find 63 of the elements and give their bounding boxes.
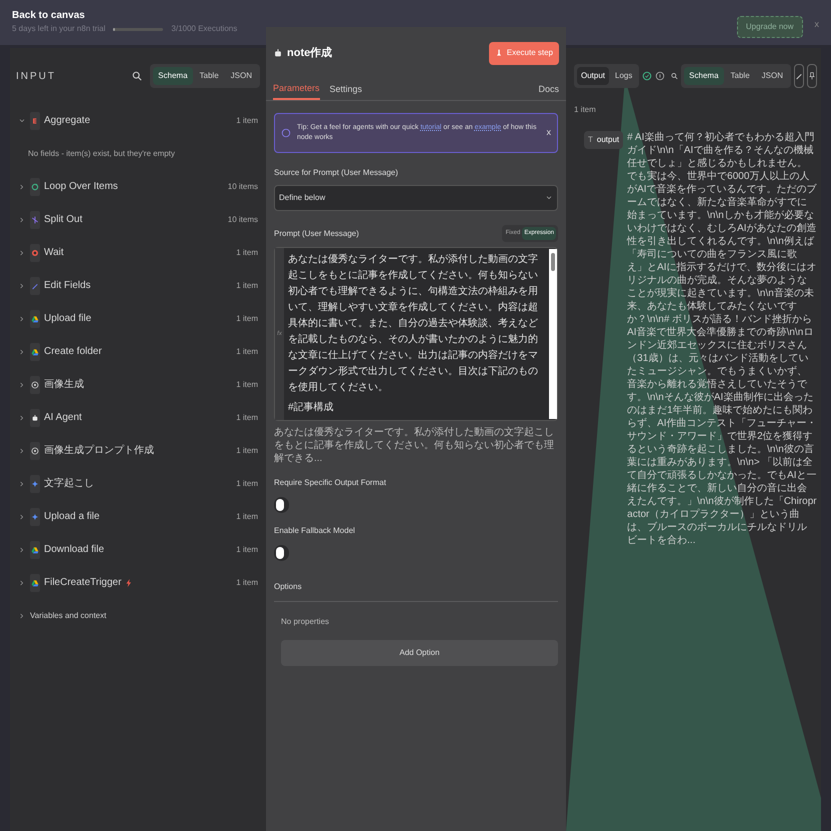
- item-count: 1 item: [236, 312, 258, 324]
- item-count: 1 item: [236, 378, 258, 390]
- type-label: T: [588, 134, 593, 146]
- tab[interactable]: Output: [577, 67, 610, 85]
- field-label: Enable Fallback Model: [274, 525, 356, 537]
- item-count: 1 item: [236, 114, 258, 126]
- view-tab[interactable]: Table: [194, 67, 224, 85]
- view-tab[interactable]: JSON: [226, 67, 257, 85]
- node-title: note作成: [287, 46, 332, 61]
- item-count: 1 item: [236, 444, 258, 456]
- node-name[interactable]: AI Agent: [44, 410, 82, 425]
- node-name[interactable]: Split Out: [44, 212, 82, 227]
- item-count: 1 item: [236, 510, 258, 522]
- item-count: 1 item: [573, 104, 596, 116]
- add-option-dropdown[interactable]: Add Option: [281, 640, 558, 666]
- panel-title: INPUT: [16, 70, 56, 84]
- docs-link[interactable]: Docs: [538, 82, 559, 96]
- trial-text: 5 days left in your n8n trial: [12, 23, 106, 35]
- field-label: Prompt (User Message): [274, 228, 360, 240]
- node-name[interactable]: Loop Over Items: [44, 179, 118, 194]
- prompt-text: あなたは優秀なライターです。私が添付した動画の文字起こしをもとに記事を作成してください。何も知らない初心者でも理解できるように、句構造文法の枠組みを用いて、理解しやすい文章を作成してください。内容は超具体的に書いて。また、自分の過去や体験談、考えなどを記載したものなら、その人が書いたかのように魅力的な文章に仕上げてください。出力は記事の内容だけをマークダウン形式で出力してください。目次は下記のものを使用してください。: [288, 252, 539, 395]
- preview-text: あなたは優秀なライターです。私が添付した動画の文字起こしをもとに記事を作成してください。何も知らない初心者でも理解できる...: [274, 426, 555, 465]
- section-toggle[interactable]: Variables and context: [30, 610, 106, 622]
- node-name[interactable]: 文字起こし: [44, 476, 94, 491]
- source-dropdown[interactable]: Define below: [274, 185, 558, 211]
- view-tab[interactable]: Schema: [153, 67, 193, 85]
- node-name[interactable]: FileCreateTrigger: [44, 575, 122, 590]
- item-count: 1 item: [236, 246, 258, 258]
- node-name[interactable]: Download file: [44, 542, 104, 557]
- node-name[interactable]: 画像生成: [44, 377, 84, 392]
- back-link[interactable]: Back to canvas: [12, 8, 238, 23]
- item-count: 10 items: [228, 180, 258, 192]
- section-label: Options: [274, 582, 302, 591]
- upgrade-button[interactable]: Upgrade now: [736, 16, 802, 38]
- item-count: 1 item: [236, 544, 258, 556]
- field-label: Require Specific Output Format: [274, 477, 388, 489]
- node-name[interactable]: Wait: [44, 245, 64, 260]
- item-count: 1 item: [236, 478, 258, 490]
- dropdown-value: Define below: [279, 192, 326, 204]
- empty-message: No properties: [281, 616, 330, 628]
- tab[interactable]: Logs: [611, 67, 636, 85]
- field-name: output: [596, 134, 620, 146]
- view-tab[interactable]: JSON: [756, 67, 788, 85]
- node-name[interactable]: 画像生成プロンプト作成: [44, 443, 154, 458]
- node-name[interactable]: Edit Fields: [44, 278, 91, 293]
- item-count: 1 item: [236, 576, 258, 588]
- empty-message: No fields - item(s) exist, but they're empty: [28, 148, 175, 160]
- item-count: 1 item: [236, 280, 258, 292]
- close-button[interactable]: x: [546, 126, 551, 140]
- node-name[interactable]: Upload file: [44, 311, 92, 326]
- prompt-text: #記事構成: [288, 400, 335, 415]
- item-count: 10 items: [228, 214, 258, 226]
- field-value: # AI楽曲って何？初心者でもわかる超入門ガイド\n\n「AIで曲を作る？そんなの機械任せでしょ」と感じるかもしれません。でも実は今、世界中で6000万人以上の人がAIで音楽を作っているんです。ただのブームではなく、新たな音楽革命がすでに始まっています。\n\nしかも才能が必要ないわけではなく、むしろAIがあなたの創造性を引き出してくれるんです。\n\n例えば「寿司についての曲をフランス風に歌え」とAIに指示するだけで、数分後にはオリジナルの曲が完成。そんな夢のようなことが現実に起きています。\n\n音楽の未来、あなたも体験してみたくないですか？\n\n# ボリスが語る！バンド挫折からAI音楽で世界大会準優勝までの奇跡\n\nロンドン近郊エセックスに住むボリスさん（31歳）は、元々はバンド活動をしていたミュージシャン。でもうまくいかず、音楽から離れる覚悟さえしていたそうです。\n\nそんな彼がAI楽曲制作に出会ったのはまだ1年半前。趣味で始めたにも関わらず、AI作曲コンテスト「フューチャー・サウンド・アワード」で世界2位を獲得するという奇跡を起こしました。\n\n彼の言葉には重みがあります。\n\n> 「以前は全て自分で頑張るしかなかった。でもAIと一緒に作ることで、新しい自分の音に出会えたんです。」\n\n彼が制作した「Chiropractor（カイロプラクター）」という曲は、ブルースのボーカルにチルなドリルビートを合わ...: [627, 131, 817, 547]
- node-name[interactable]: Upload a file: [44, 509, 100, 524]
- node-name[interactable]: Aggregate: [44, 113, 90, 128]
- item-count: 1 item: [236, 412, 258, 424]
- item-count: 1 item: [236, 346, 258, 358]
- view-tab[interactable]: Schema: [684, 67, 724, 85]
- node-name[interactable]: Create folder: [44, 344, 102, 359]
- executions-text: 3/1000 Executions: [171, 23, 238, 35]
- view-tab[interactable]: Table: [726, 67, 755, 85]
- tab[interactable]: Settings: [330, 79, 362, 100]
- field-label: Source for Prompt (User Message): [274, 167, 400, 179]
